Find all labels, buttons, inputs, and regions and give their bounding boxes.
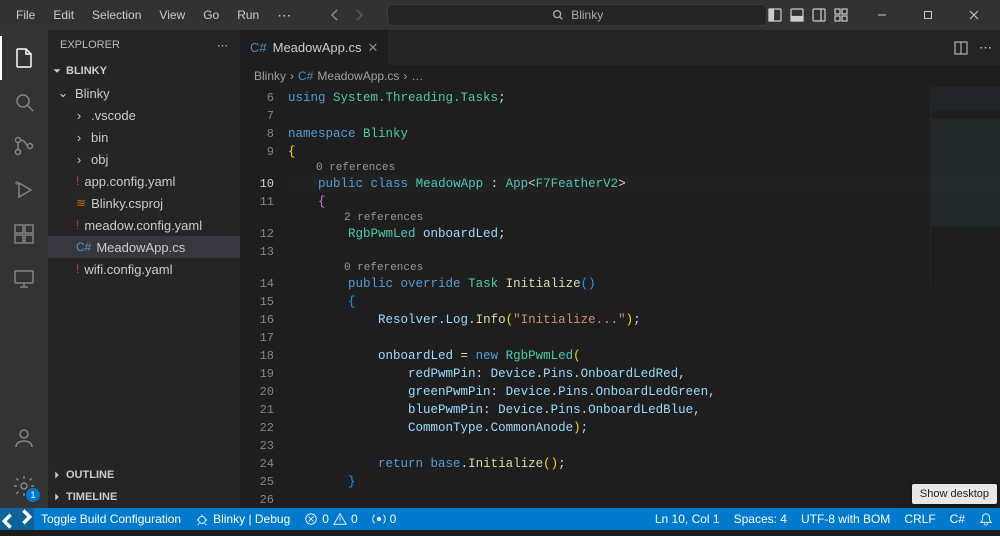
- search-text: Blinky: [571, 8, 603, 22]
- menu-overflow[interactable]: ⋯: [271, 3, 297, 28]
- tree-file-app-config-yaml[interactable]: !app.config.yaml: [48, 170, 240, 192]
- customize-layout-icon[interactable]: [833, 7, 849, 23]
- status-indentation[interactable]: Spaces: 4: [727, 508, 794, 530]
- minimize-button[interactable]: [859, 0, 905, 30]
- layout-controls: [767, 7, 849, 23]
- settings-badge: 1: [26, 488, 40, 502]
- tree-folder-vscode[interactable]: ›.vscode: [48, 104, 240, 126]
- status-bar: Toggle Build Configuration Blinky | Debu…: [0, 508, 1000, 530]
- chevron-down-icon: [50, 64, 64, 78]
- status-notifications[interactable]: [972, 508, 1000, 530]
- tab-close-icon[interactable]: ✕: [368, 40, 379, 56]
- tree-file-wifi-config-yaml[interactable]: !wifi.config.yaml: [48, 258, 240, 280]
- activity-bar: 1: [0, 30, 48, 508]
- file-tree: ⌄Blinky›.vscode›bin›obj!app.config.yaml≋…: [48, 82, 240, 464]
- radio-icon: [372, 512, 386, 526]
- activity-run-debug[interactable]: [0, 168, 48, 212]
- bug-icon: [195, 512, 209, 526]
- activity-explorer[interactable]: [0, 36, 48, 80]
- status-cursor-position[interactable]: Ln 10, Col 1: [648, 508, 727, 530]
- tree-folder-obj[interactable]: ›obj: [48, 148, 240, 170]
- menu-go[interactable]: Go: [195, 4, 227, 26]
- explorer-actions-icon[interactable]: ⋯: [217, 39, 228, 52]
- toggle-secondary-sidebar-icon[interactable]: [811, 7, 827, 23]
- toggle-primary-sidebar-icon[interactable]: [767, 7, 783, 23]
- editor: C# MeadowApp.cs ✕ ⋯ Blinky › C# MeadowAp…: [240, 30, 1000, 508]
- status-eol[interactable]: CRLF: [897, 508, 942, 530]
- forward-icon[interactable]: [351, 7, 367, 23]
- menu-bar: FileEditSelectionViewGoRun: [8, 4, 267, 26]
- status-problems[interactable]: 0 0: [297, 508, 364, 530]
- remote-button[interactable]: [0, 508, 34, 530]
- activity-source-control[interactable]: [0, 124, 48, 168]
- back-icon[interactable]: [327, 7, 343, 23]
- csharp-icon: C#: [298, 69, 313, 83]
- explorer-root-section[interactable]: BLINKY: [48, 60, 240, 82]
- maximize-button[interactable]: [905, 0, 951, 30]
- command-center[interactable]: Blinky: [387, 4, 767, 26]
- tree-folder-bin[interactable]: ›bin: [48, 126, 240, 148]
- csharp-icon: C#: [250, 40, 267, 55]
- search-icon: [551, 8, 565, 22]
- close-button[interactable]: [951, 0, 997, 30]
- tree-file-Blinky-csproj[interactable]: ≋Blinky.csproj: [48, 192, 240, 214]
- codelens[interactable]: 0 references: [288, 161, 1000, 175]
- status-language[interactable]: C#: [943, 508, 972, 530]
- error-icon: [304, 512, 318, 526]
- breadcrumb-file[interactable]: MeadowApp.cs: [317, 69, 399, 83]
- tab-label: MeadowApp.cs: [273, 40, 362, 55]
- breadcrumb-rest[interactable]: …: [411, 69, 423, 83]
- status-encoding[interactable]: UTF-8 with BOM: [794, 508, 897, 530]
- code-area[interactable]: 6789 1011 1213 1415161718192021222324252…: [240, 87, 1000, 508]
- activity-settings[interactable]: 1: [0, 464, 48, 508]
- outline-section-header[interactable]: OUTLINE: [48, 464, 240, 486]
- menu-edit[interactable]: Edit: [45, 4, 82, 26]
- sidebar: EXPLORER ⋯ BLINKY ⌄Blinky›.vscode›bin›ob…: [48, 30, 240, 508]
- tab-actions-overflow[interactable]: ⋯: [979, 40, 992, 56]
- tree-folder-project[interactable]: ⌄Blinky: [48, 82, 240, 104]
- toast-show-desktop[interactable]: Show desktop: [912, 484, 997, 504]
- line-gutter: 6789 1011 1213 1415161718192021222324252…: [240, 87, 288, 508]
- tree-file-meadow-config-yaml[interactable]: !meadow.config.yaml: [48, 214, 240, 236]
- menu-selection[interactable]: Selection: [84, 4, 149, 26]
- explorer-title: EXPLORER: [60, 39, 120, 51]
- status-debug-target[interactable]: Blinky | Debug: [188, 508, 297, 530]
- activity-remote[interactable]: [0, 256, 48, 300]
- outline-label: OUTLINE: [66, 469, 114, 481]
- sidebar-header: EXPLORER ⋯: [48, 30, 240, 60]
- breadcrumb[interactable]: Blinky › C# MeadowApp.cs › …: [240, 65, 1000, 87]
- timeline-label: TIMELINE: [66, 491, 117, 503]
- menu-run[interactable]: Run: [229, 4, 267, 26]
- warning-icon: [333, 512, 347, 526]
- code-content[interactable]: using System.Threading.Tasks; namespace …: [288, 87, 1000, 508]
- window-controls: [859, 0, 997, 30]
- tree-file-MeadowApp-cs[interactable]: C#MeadowApp.cs: [48, 236, 240, 258]
- tab-active[interactable]: C# MeadowApp.cs ✕: [240, 30, 388, 65]
- codelens[interactable]: 2 references: [288, 211, 1000, 225]
- breadcrumb-root[interactable]: Blinky: [254, 69, 286, 83]
- status-ports[interactable]: 0: [365, 508, 404, 530]
- menu-file[interactable]: File: [8, 4, 43, 26]
- menu-view[interactable]: View: [151, 4, 193, 26]
- explorer-root-label: BLINKY: [66, 65, 107, 77]
- activity-extensions[interactable]: [0, 212, 48, 256]
- bell-icon: [979, 512, 993, 526]
- status-toggle-build[interactable]: Toggle Build Configuration: [34, 508, 188, 530]
- split-editor-icon[interactable]: [953, 40, 969, 56]
- timeline-section-header[interactable]: TIMELINE: [48, 486, 240, 508]
- activity-search[interactable]: [0, 80, 48, 124]
- tab-bar-actions: ⋯: [945, 30, 1000, 65]
- codelens[interactable]: 0 references: [288, 261, 1000, 275]
- chevron-right-icon: [50, 490, 64, 504]
- toggle-panel-icon[interactable]: [789, 7, 805, 23]
- nav-controls: [327, 7, 367, 23]
- chevron-right-icon: [50, 468, 64, 482]
- activity-accounts[interactable]: [0, 416, 48, 460]
- title-bar: FileEditSelectionViewGoRun ⋯ Blinky: [0, 0, 1000, 30]
- minimap[interactable]: [930, 87, 1000, 287]
- editor-tabs: C# MeadowApp.cs ✕ ⋯: [240, 30, 1000, 65]
